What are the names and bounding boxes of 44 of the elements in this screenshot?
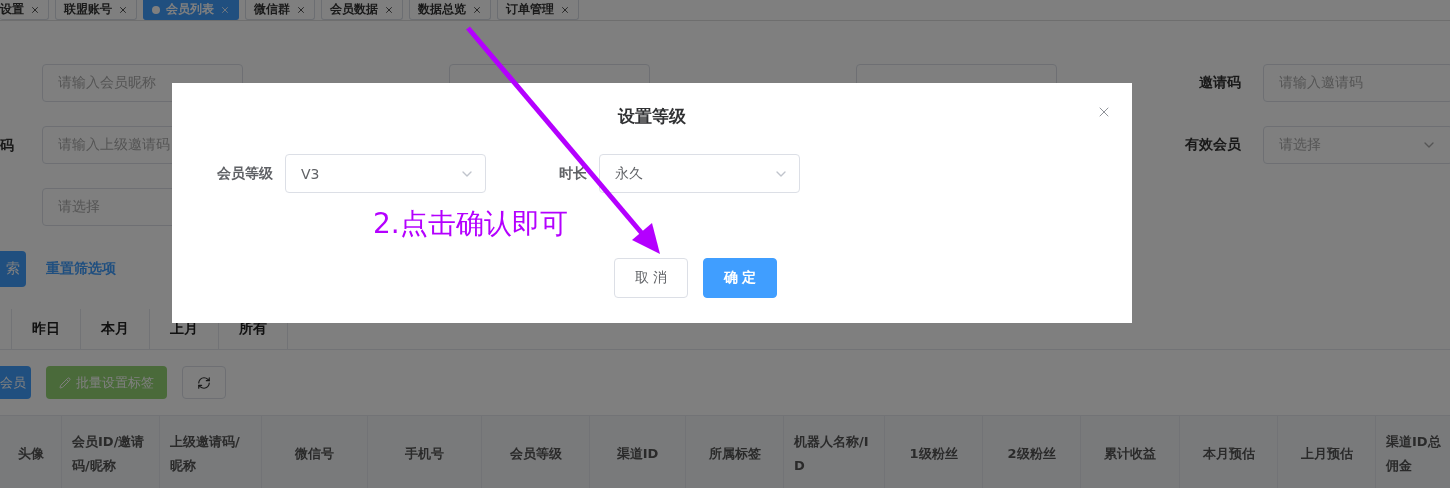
page-tab[interactable]: 设置	[0, 0, 49, 20]
column-header: 头像	[0, 416, 62, 488]
close-icon[interactable]	[296, 4, 306, 15]
column-header: 会员等级	[482, 416, 590, 488]
date-tab[interactable]: 本月	[80, 309, 149, 349]
page-tab[interactable]: 会员数据	[321, 0, 403, 20]
refresh-button[interactable]	[182, 366, 226, 399]
dialog-title: 设置等级	[618, 105, 686, 128]
filter-label: 邀请码	[1198, 74, 1242, 92]
cancel-button[interactable]: 取 消	[614, 258, 688, 298]
column-header: 1级粉丝	[885, 416, 983, 488]
field-label: 时长	[558, 163, 588, 183]
column-header: 所属标签	[686, 416, 784, 488]
page-tab[interactable]: 订单管理	[497, 0, 579, 20]
page-tab[interactable]: 微信群	[245, 0, 315, 20]
column-header: 2级粉丝	[983, 416, 1081, 488]
confirm-button[interactable]: 确 定	[703, 258, 777, 298]
column-header: 机器人名称/ID	[784, 416, 885, 488]
close-icon[interactable]	[118, 4, 128, 15]
page-tab[interactable]: 数据总览	[409, 0, 491, 20]
add-member-button[interactable]: 会员	[0, 366, 31, 399]
column-header: 渠道ID总佣金	[1376, 416, 1450, 488]
filter-label: 有效会员	[1184, 136, 1242, 154]
field-label: 会员等级	[216, 163, 274, 183]
pencil-icon	[59, 376, 71, 389]
select-field[interactable]: 永久	[599, 154, 800, 193]
close-icon[interactable]	[560, 4, 570, 15]
column-header: 上月预估	[1278, 416, 1376, 488]
close-icon[interactable]	[472, 4, 482, 15]
column-header: 手机号	[368, 416, 482, 488]
column-header: 微信号	[262, 416, 368, 488]
column-header: 累计收益	[1081, 416, 1180, 488]
date-tab[interactable]: 昨日	[11, 309, 80, 349]
column-header: 上级邀请码/昵称	[160, 416, 262, 488]
column-header: 会员ID/邀请码/昵称	[62, 416, 160, 488]
select-field[interactable]: V3	[285, 154, 486, 193]
close-icon[interactable]	[30, 4, 40, 15]
page-tab[interactable]: 联盟账号	[55, 0, 137, 20]
annotation-text: 2.点击确认即可	[373, 207, 568, 241]
column-header: 本月预估	[1180, 416, 1278, 488]
filter-label: 码	[0, 137, 14, 153]
close-icon[interactable]	[384, 4, 394, 15]
column-header: 渠道ID	[590, 416, 686, 488]
refresh-icon	[197, 375, 211, 390]
